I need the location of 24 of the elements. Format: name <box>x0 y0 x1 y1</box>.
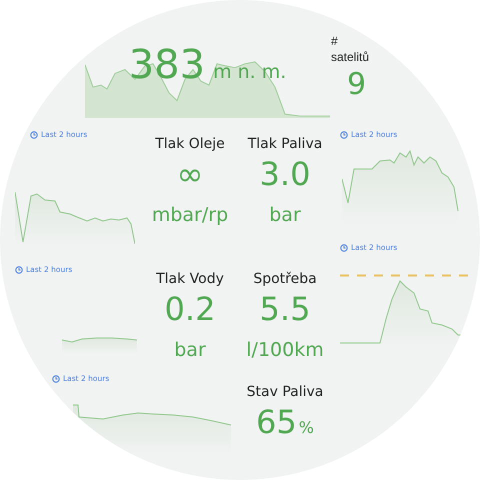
clock-icon <box>30 130 38 138</box>
altitude-unit: m n. m. <box>213 61 286 83</box>
stat-unit: l/100km <box>246 338 324 361</box>
stat-unit: mbar/rp <box>152 204 228 226</box>
clock-icon <box>52 374 60 382</box>
clock-icon <box>340 244 348 252</box>
stat-value: 0.2 <box>164 289 216 330</box>
altitude-value: 383 <box>128 42 206 88</box>
stat-label: Spotřeba <box>253 271 317 287</box>
stat-value: 3.0 <box>260 154 310 195</box>
stat-value: ∞ <box>176 154 204 195</box>
stat-unit: bar <box>269 204 301 226</box>
stat-label: Tlak Oleje <box>155 136 225 152</box>
satellites-label: # satelitů <box>331 34 370 66</box>
stat-label: Stav Paliva <box>246 384 324 400</box>
stat-label: Tlak Vody <box>156 271 224 287</box>
stat-unit: % <box>298 418 314 437</box>
stat-unit: bar <box>174 338 206 361</box>
stat-label: Tlak Paliva <box>248 136 322 152</box>
satellites-value: 9 <box>347 67 366 102</box>
stat-value: 65 <box>256 402 297 443</box>
clock-icon <box>340 130 348 138</box>
clock-icon <box>15 266 23 274</box>
stat-value: 5.5 <box>260 289 310 330</box>
